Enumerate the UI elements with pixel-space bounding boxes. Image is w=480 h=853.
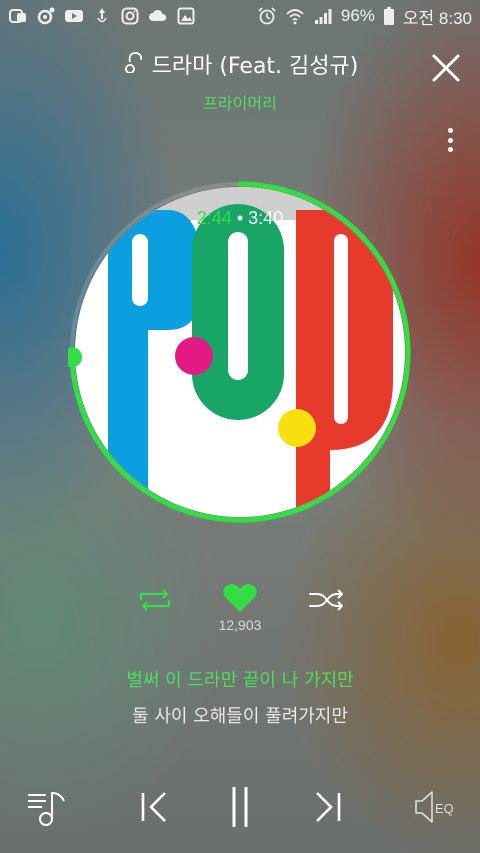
signal-icon	[313, 7, 333, 25]
like-button[interactable]	[220, 580, 260, 616]
status-notifications	[8, 7, 196, 25]
song-title-row: 드라마 (Feat. 김성규)	[0, 48, 480, 80]
close-icon	[432, 54, 460, 82]
more-dot	[447, 137, 453, 143]
lyrics-next-line[interactable]: 둘 사이 오해들이 풀려가지만	[0, 702, 480, 728]
lyrics-current-line[interactable]: 벌써 이 드라만 끝이 나 가지만	[0, 666, 480, 692]
repeat-icon	[139, 589, 171, 611]
more-dot	[447, 147, 453, 152]
shuffle-button[interactable]	[306, 584, 346, 616]
bottom-controls: EQ	[0, 782, 480, 832]
total-time: 3:40	[248, 208, 284, 228]
like-count: 12,903	[218, 617, 262, 633]
album-art-area[interactable]	[62, 180, 412, 524]
time-display: 2:44 • 3:40	[0, 208, 480, 229]
next-button[interactable]	[310, 782, 346, 832]
song-header: 드라마 (Feat. 김성규) 프라이머리	[0, 48, 480, 114]
phone-app-icon	[8, 7, 28, 25]
previous-icon	[141, 792, 166, 822]
playback-options	[0, 578, 480, 622]
music-app-icon	[36, 7, 56, 25]
previous-button[interactable]	[136, 782, 172, 832]
more-options-button[interactable]	[444, 124, 456, 156]
repeat-button[interactable]	[136, 584, 174, 616]
equalizer-icon: EQ	[415, 791, 454, 823]
playlist-icon	[28, 791, 65, 826]
voice-icon	[92, 7, 112, 25]
alarm-icon	[257, 7, 277, 25]
music-note-icon	[122, 49, 146, 79]
wifi-icon	[285, 7, 305, 25]
more-dot	[447, 128, 453, 133]
next-icon	[316, 792, 341, 822]
artist-name[interactable]: 프라이머리	[0, 90, 480, 114]
current-time: 2:44	[196, 208, 232, 228]
instagram-icon	[120, 7, 140, 25]
battery-icon	[383, 7, 395, 25]
clock: 오전 8:30	[402, 8, 472, 28]
pause-icon	[232, 787, 248, 827]
heart-icon	[223, 584, 257, 612]
playlist-button[interactable]	[26, 782, 70, 832]
status-bar: 96% 오전 8:30	[0, 0, 480, 32]
eq-label: EQ	[435, 801, 454, 816]
pause-button[interactable]	[222, 782, 258, 832]
close-button[interactable]	[430, 52, 462, 84]
shuffle-icon	[309, 589, 343, 611]
status-system: 96% 오전 8:30	[257, 4, 472, 29]
song-title: 드라마 (Feat. 김성규)	[151, 54, 359, 79]
gallery-icon	[176, 7, 196, 25]
time-separator: •	[236, 208, 244, 228]
youtube-icon	[64, 7, 84, 25]
equalizer-button[interactable]: EQ	[412, 782, 460, 832]
battery-percent: 96%	[340, 6, 375, 25]
cloud-icon	[148, 7, 168, 25]
